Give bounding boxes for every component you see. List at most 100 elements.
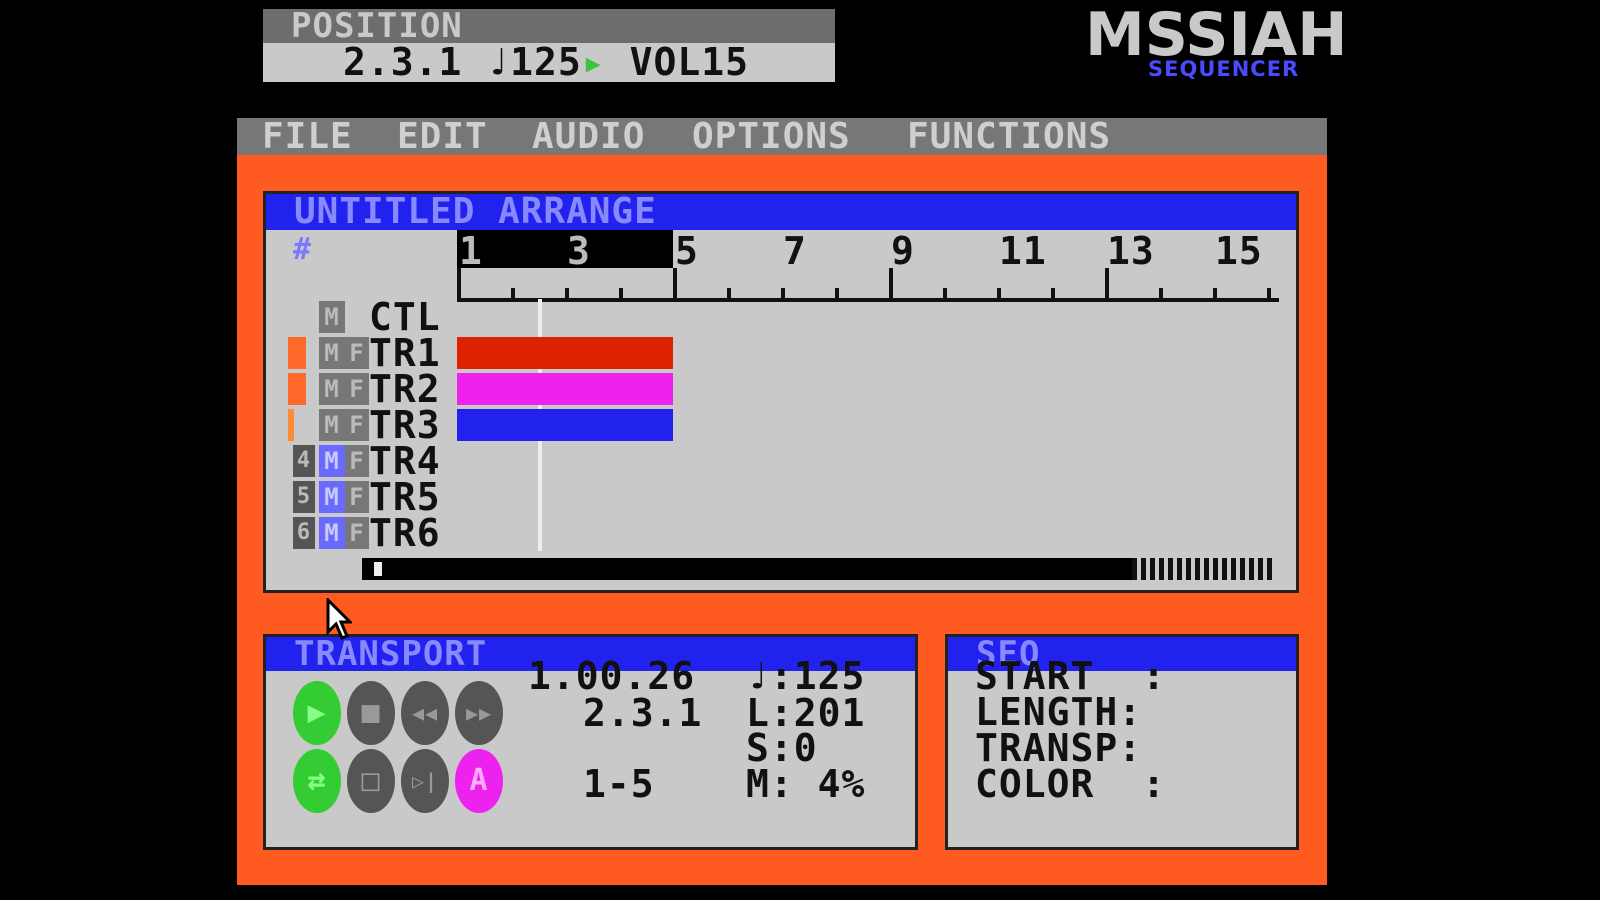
position-panel: POSITION 2.3.1 ♩125▸ VOL15 <box>263 9 835 82</box>
step-button[interactable]: ▷| <box>401 749 449 813</box>
track-fx-button[interactable]: F <box>345 517 369 549</box>
track-mute-button[interactable]: M <box>319 409 345 441</box>
menu-file[interactable]: FILE <box>262 118 353 155</box>
transport-range: 1-5 <box>583 762 655 806</box>
track-mute-button[interactable]: M <box>319 517 345 549</box>
volume-readout: VOL15 <box>629 40 749 84</box>
bar-number: 5 <box>675 229 699 273</box>
track-name: CTL <box>369 295 441 339</box>
scrollbar-track[interactable] <box>362 558 1132 580</box>
elapsed-time: 1.00.26 <box>528 654 696 698</box>
mssiah-logo: MSSIAH <box>1085 0 1348 70</box>
track-name: TR2 <box>369 367 441 411</box>
arrange-window: UNTITLED ARRANGE # 1 3 5 7 9 11 13 15 M CTL M F TR1… <box>263 191 1299 593</box>
scrollbar-thumb[interactable] <box>374 562 382 576</box>
track-mute-button[interactable]: M <box>319 445 345 477</box>
bar-number: 13 <box>1107 229 1155 273</box>
ruler-minor-tick <box>511 288 515 298</box>
track-row-tr1[interactable]: M F TR1 <box>266 331 1296 375</box>
track-channel[interactable]: 4 <box>293 445 315 477</box>
tempo-readout: ♩125 <box>486 40 582 84</box>
bar-number: 7 <box>783 229 807 273</box>
track-pattern-block[interactable] <box>457 337 673 369</box>
bar-number: 1 <box>459 229 483 273</box>
track-pattern-block[interactable] <box>457 373 673 405</box>
track-mute-button[interactable]: M <box>319 481 345 513</box>
bar-number: 3 <box>567 229 591 273</box>
track-pattern-block[interactable] <box>457 409 673 441</box>
ruler-minor-tick <box>619 288 623 298</box>
ruler-minor-tick <box>781 288 785 298</box>
stop-button[interactable]: ■ <box>347 681 395 745</box>
logo-subtitle: SEQUENCER <box>1148 57 1300 81</box>
bar-number: 11 <box>999 229 1047 273</box>
seq-panel: SEQ START : LENGTH: TRANSP: COLOR : <box>945 634 1299 850</box>
track-activity-flag <box>288 337 306 369</box>
track-mute-button[interactable]: M <box>319 373 345 405</box>
play-indicator-icon: ▸ <box>581 40 606 84</box>
memory-usage: M: 4% <box>746 762 866 806</box>
track-activity-flag <box>288 373 306 405</box>
track-mute-button[interactable]: M <box>319 337 345 369</box>
menu-functions[interactable]: FUNCTIONS <box>907 118 1111 155</box>
bar-number: 15 <box>1215 229 1263 273</box>
ruler-minor-tick <box>997 288 1001 298</box>
ruler-major-tick <box>1105 268 1109 302</box>
menu-options[interactable]: OPTIONS <box>692 118 851 155</box>
track-name: TR3 <box>369 403 441 447</box>
ruler-major-tick <box>673 268 677 302</box>
track-row-tr2[interactable]: M F TR2 <box>266 367 1296 411</box>
track-name: TR1 <box>369 331 441 375</box>
bar-number: 9 <box>891 229 915 273</box>
scrollbar-remainder[interactable] <box>1132 558 1274 580</box>
arrange-title: UNTITLED ARRANGE <box>266 194 1296 230</box>
mouse-pointer-icon <box>326 598 352 640</box>
track-row-tr5[interactable]: 5 M F TR5 <box>266 475 1296 519</box>
transport-tempo: ♩:125 <box>746 654 866 698</box>
loop-region[interactable] <box>457 230 673 268</box>
ruler-major-tick <box>889 268 893 302</box>
play-button[interactable]: ▶ <box>293 681 341 745</box>
track-fx-button[interactable]: F <box>345 409 369 441</box>
ruler-minor-tick <box>1159 288 1163 298</box>
track-fx-button[interactable]: F <box>345 445 369 477</box>
record-button[interactable]: □ <box>347 749 395 813</box>
track-name: TR6 <box>369 511 441 555</box>
track-activity-flag <box>288 409 294 441</box>
menu-audio[interactable]: AUDIO <box>532 118 645 155</box>
menu-bar: FILE EDIT AUDIO OPTIONS FUNCTIONS <box>237 118 1327 155</box>
track-row-tr6[interactable]: 6 M F TR6 <box>266 511 1296 555</box>
rewind-button[interactable]: ◀◀ <box>401 681 449 745</box>
track-row-ctl[interactable]: M CTL <box>266 295 1296 339</box>
position-readout: 2.3.1 ♩125▸ VOL15 <box>343 43 749 82</box>
ruler-minor-tick <box>943 288 947 298</box>
track-fx-button[interactable]: F <box>345 337 369 369</box>
horizontal-scrollbar[interactable] <box>362 558 1274 580</box>
seq-color-field[interactable]: COLOR : <box>975 765 1166 803</box>
fast-forward-button[interactable]: ▶▶ <box>455 681 503 745</box>
track-name: TR5 <box>369 475 441 519</box>
track-row-tr4[interactable]: 4 M F TR4 <box>266 439 1296 483</box>
ruler-minor-tick <box>1051 288 1055 298</box>
loop-button[interactable]: ⇄ <box>293 749 341 813</box>
bar-ruler[interactable]: 1 3 5 7 9 11 13 15 <box>457 230 1279 302</box>
ruler-minor-tick <box>1213 288 1217 298</box>
ruler-minor-tick <box>835 288 839 298</box>
bar-position: 2.3.1 <box>343 40 463 84</box>
track-channel[interactable]: 5 <box>293 481 315 513</box>
ruler-start <box>457 268 461 302</box>
transport-position: 2.3.1 <box>583 691 703 735</box>
track-name: TR4 <box>369 439 441 483</box>
track-fx-button[interactable]: F <box>345 373 369 405</box>
track-row-tr3[interactable]: M F TR3 <box>266 403 1296 447</box>
auto-button[interactable]: A <box>455 749 503 813</box>
transport-panel: TRANSPORT ▶ ■ ◀◀ ▶▶ ⇄ □ ▷| A 1.00.26 ♩:125 2.3.… <box>263 634 918 850</box>
track-channel[interactable]: 6 <box>293 517 315 549</box>
track-fx-button[interactable]: F <box>345 481 369 513</box>
ruler-minor-tick <box>727 288 731 298</box>
ruler-minor-tick <box>565 288 569 298</box>
hash-marker: # <box>293 232 313 267</box>
track-mute-button[interactable]: M <box>319 301 345 333</box>
menu-edit[interactable]: EDIT <box>397 118 488 155</box>
position-title: POSITION <box>263 9 835 43</box>
